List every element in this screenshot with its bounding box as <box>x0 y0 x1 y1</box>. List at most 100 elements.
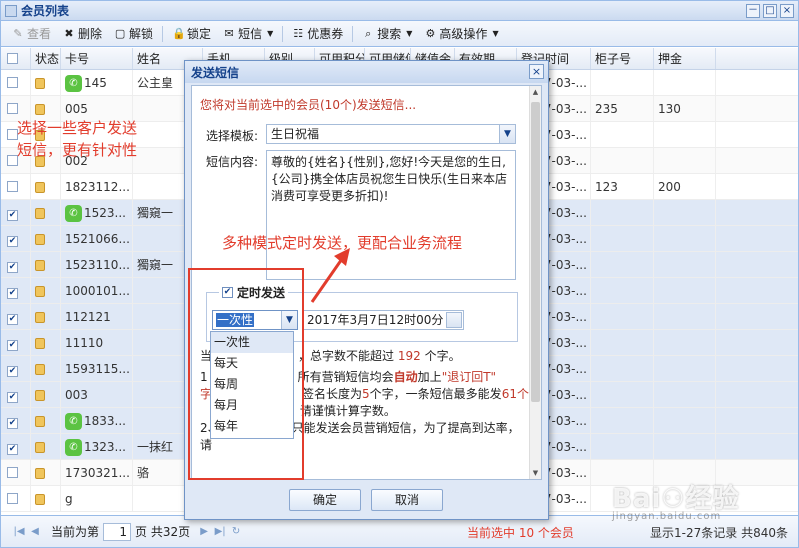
row-checkbox[interactable]: ✔ <box>7 392 18 403</box>
card-cell: ✆ 1833... <box>61 408 133 433</box>
row-checkbox-cell[interactable]: ✔ <box>1 200 31 225</box>
datetime-field[interactable]: 2017年3月7日12时00分 <box>302 310 464 330</box>
row-checkbox[interactable] <box>7 103 18 114</box>
annotation-select-customers: 选择一些客户发送 短信，更有针对性 <box>17 117 137 161</box>
toolbar-separator <box>162 25 164 42</box>
row-checkbox[interactable]: ✔ <box>7 262 18 273</box>
select-all-checkbox[interactable] <box>7 53 18 64</box>
row-checkbox-cell[interactable]: ✔ <box>1 408 31 433</box>
cell-text: 1593115... <box>65 362 130 376</box>
column-header[interactable]: 状态 <box>31 48 61 69</box>
frequency-combo[interactable]: 一次性 ▼ <box>212 310 298 330</box>
maximize-button[interactable]: □ <box>763 4 777 18</box>
locker-cell: 235 <box>591 96 654 121</box>
info-text: 加上 <box>417 370 442 384</box>
toolbar-button-3[interactable]: 🔒 锁定 <box>167 23 216 44</box>
row-checkbox-cell[interactable]: ✔ <box>1 304 31 329</box>
row-checkbox[interactable] <box>7 493 18 504</box>
row-checkbox[interactable]: ✔ <box>7 210 18 221</box>
row-checkbox-cell[interactable] <box>1 174 31 199</box>
toolbar-button-4[interactable]: ✉ 短信 ▼ <box>218 23 278 44</box>
row-checkbox[interactable] <box>7 467 18 478</box>
row-checkbox-cell[interactable]: ✔ <box>1 356 31 381</box>
frequency-option[interactable]: 一次性 <box>211 332 293 353</box>
toolbar-label: 查看 <box>27 27 52 41</box>
row-checkbox[interactable] <box>7 77 18 88</box>
cell-text: 235 <box>595 102 618 116</box>
row-checkbox-cell[interactable]: ✔ <box>1 278 31 303</box>
first-page-icon[interactable]: |◀ <box>11 524 27 540</box>
minimize-button[interactable]: － <box>746 4 760 18</box>
pager-current-label: 当前为第 <box>51 525 100 539</box>
refresh-icon[interactable]: ↻ <box>228 524 244 540</box>
info-auto: 自动 <box>393 370 418 384</box>
status-cell <box>31 70 61 95</box>
cancel-button[interactable]: 取消 <box>371 489 443 511</box>
toolbar-button-1[interactable]: ✖ 删除 <box>58 23 107 44</box>
frequency-option[interactable]: 每年 <box>211 416 293 437</box>
cell-text: 1833... <box>84 414 126 428</box>
toolbar-button-2[interactable]: ▢ 解锁 <box>109 23 158 44</box>
lock-icon <box>35 312 45 323</box>
calendar-icon[interactable] <box>446 312 462 328</box>
info-text: ，总字数不能超过 <box>298 349 395 363</box>
row-checkbox-cell[interactable]: ✔ <box>1 252 31 277</box>
toolbar-button-7[interactable]: ⚙ 高级操作 ▼ <box>419 23 503 44</box>
search-icon: ⌕ <box>365 26 372 40</box>
prev-page-icon[interactable]: ◀ <box>27 524 43 540</box>
column-header[interactable]: 押金 <box>654 48 716 69</box>
toolbar-button-5[interactable]: ☷ 优惠券 <box>287 23 348 44</box>
frequency-value: 一次性 <box>216 313 255 327</box>
row-checkbox[interactable]: ✔ <box>7 236 18 247</box>
card-cell: ✆ 1523... <box>61 200 133 225</box>
status-cell <box>31 460 61 485</box>
frequency-option[interactable]: 每天 <box>211 353 293 374</box>
lock-icon <box>35 416 45 427</box>
column-header[interactable]: 柜子号 <box>591 48 654 69</box>
row-checkbox[interactable]: ✔ <box>7 444 18 455</box>
toolbar-label: 高级操作 <box>439 27 488 41</box>
toolbar-label: 删除 <box>78 27 103 41</box>
column-header[interactable]: 卡号 <box>61 48 133 69</box>
cell-text: 骆 <box>137 466 150 480</box>
row-checkbox[interactable]: ✔ <box>7 366 18 377</box>
next-page-icon[interactable]: ▶ <box>196 524 212 540</box>
info-text: 个字，一条短信最多能发 <box>369 387 502 401</box>
template-select[interactable]: 生日祝福 ▼ <box>266 124 516 144</box>
last-page-icon[interactable]: ▶| <box>212 524 228 540</box>
ok-button[interactable]: 确定 <box>289 489 361 511</box>
row-checkbox-cell[interactable]: ✔ <box>1 330 31 355</box>
row-checkbox[interactable] <box>7 181 18 192</box>
row-checkbox[interactable]: ✔ <box>7 288 18 299</box>
frequency-option[interactable]: 每周 <box>211 374 293 395</box>
datetime-value: 2017年3月7日12时00分 <box>307 313 444 327</box>
toolbar-button-6[interactable]: ⌕ 搜索 ▼ <box>357 23 417 44</box>
cell-text: 一抹红 <box>137 440 174 454</box>
row-checkbox-cell[interactable] <box>1 70 31 95</box>
toolbar-button-0[interactable]: ✎ 查看 <box>7 23 56 44</box>
row-checkbox-cell[interactable]: ✔ <box>1 226 31 251</box>
selection-warning: 您将对当前选中的会员(10个)发送短信... <box>200 98 417 112</box>
coupon-icon: ☷ <box>293 26 304 40</box>
scroll-thumb[interactable] <box>531 102 540 402</box>
chevron-down-icon[interactable]: ▼ <box>281 311 297 329</box>
row-checkbox-cell[interactable] <box>1 486 31 511</box>
row-checkbox[interactable]: ✔ <box>7 314 18 325</box>
dialog-close-button[interactable]: × <box>529 64 544 79</box>
schedule-checkbox[interactable]: ✔ <box>222 287 233 298</box>
scroll-down-icon[interactable]: ▼ <box>530 467 541 479</box>
scroll-up-icon[interactable]: ▲ <box>530 86 541 98</box>
row-checkbox[interactable]: ✔ <box>7 418 18 429</box>
row-checkbox-cell[interactable]: ✔ <box>1 434 31 459</box>
row-checkbox-cell[interactable] <box>1 460 31 485</box>
page-number-input[interactable]: 1 <box>103 522 132 541</box>
row-checkbox[interactable]: ✔ <box>7 340 18 351</box>
chevron-down-icon[interactable]: ▼ <box>499 125 515 143</box>
header-select-all[interactable] <box>1 48 31 69</box>
frequency-option[interactable]: 每月 <box>211 395 293 416</box>
close-window-button[interactable]: × <box>780 4 794 18</box>
cell-text: 1323... <box>84 440 126 454</box>
card-cell: 003 <box>61 382 133 407</box>
dialog-scrollbar[interactable]: ▲ ▼ <box>529 86 541 479</box>
row-checkbox-cell[interactable]: ✔ <box>1 382 31 407</box>
